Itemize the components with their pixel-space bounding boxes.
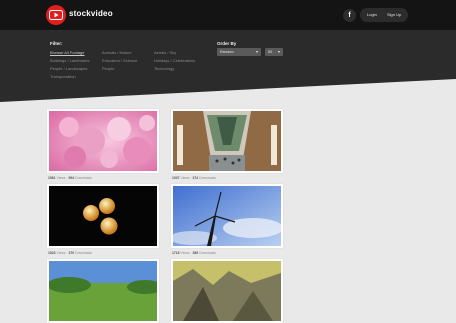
video-card[interactable] xyxy=(47,259,159,323)
chevron-down-icon: ▾ xyxy=(255,49,258,54)
count-select[interactable]: 50 ▾ xyxy=(265,48,283,56)
views-word: Views · xyxy=(180,251,192,255)
video-thumbnail-field[interactable] xyxy=(49,261,157,321)
video-stats: 1561 Views · 594 Downloads xyxy=(48,176,92,180)
brand-name[interactable]: stockvideo xyxy=(69,9,113,18)
filter-item-people[interactable]: People xyxy=(102,66,114,71)
downloads-count: 385 xyxy=(192,251,199,255)
filter-item-browse-all[interactable]: Browse All Footage xyxy=(50,50,84,55)
filter-item-transportation[interactable]: Transportation xyxy=(50,74,76,79)
filter-label: Filter: xyxy=(50,41,63,46)
video-thumbnail-pink-flowers[interactable] xyxy=(49,111,157,171)
downloads-count: 374 xyxy=(192,176,199,180)
views-word: Views · xyxy=(180,176,192,180)
signup-button[interactable]: Sign Up xyxy=(387,8,401,22)
downloads-count: 594 xyxy=(68,176,75,180)
login-button[interactable]: Login xyxy=(367,8,377,22)
filter-item-education[interactable]: Education / Science xyxy=(102,58,137,63)
sort-select-value: Random xyxy=(220,50,234,54)
sort-select[interactable]: Random ▾ xyxy=(217,48,261,56)
downloads-word: Downloads xyxy=(199,251,216,255)
downloads-word: Downloads xyxy=(75,251,92,255)
filter-item-holidays[interactable]: Holidays / Celebrations xyxy=(154,58,195,63)
downloads-count: 370 xyxy=(68,251,75,255)
video-thumbnail-lanterns[interactable] xyxy=(49,186,157,246)
views-word: Views · xyxy=(56,251,68,255)
views-count: 1523 xyxy=(48,251,56,255)
facebook-icon[interactable]: f xyxy=(343,9,356,22)
top-bar: stockvideo f Login Sign Up xyxy=(0,0,456,30)
video-card[interactable] xyxy=(47,109,159,173)
video-card[interactable] xyxy=(171,184,283,248)
video-stats: 1718 Views · 385 Downloads xyxy=(172,251,216,255)
count-select-value: 50 xyxy=(268,50,272,54)
downloads-word: Downloads xyxy=(199,176,216,180)
views-count: 1718 xyxy=(172,251,180,255)
filter-item-aerials[interactable]: Aerials / Sky xyxy=(154,50,176,55)
chevron-down-icon: ▾ xyxy=(277,49,280,54)
filter-item-technology[interactable]: Technology xyxy=(154,66,174,71)
views-count: 1561 xyxy=(48,176,56,180)
video-card[interactable] xyxy=(171,259,283,323)
order-by-label: Order By xyxy=(217,41,237,46)
filter-item-people-landscapes[interactable]: People / Landscapes xyxy=(50,66,87,71)
views-word: Views · xyxy=(56,176,68,180)
logo-icon[interactable] xyxy=(46,5,66,25)
filter-item-buildings[interactable]: Buildings / Landmarks xyxy=(50,58,89,63)
video-thumbnail-wind-turbine[interactable] xyxy=(173,186,281,246)
video-thumbnail-mall-escalator[interactable] xyxy=(173,111,281,171)
filter-item-animals[interactable]: Animals / Nature xyxy=(102,50,132,55)
video-card[interactable] xyxy=(47,184,159,248)
video-stats: 1523 Views · 370 Downloads xyxy=(48,251,92,255)
video-thumbnail-rocks[interactable] xyxy=(173,261,281,321)
video-stats: 1007 Views · 374 Downloads xyxy=(172,176,216,180)
video-card[interactable] xyxy=(171,109,283,173)
views-count: 1007 xyxy=(172,176,180,180)
downloads-word: Downloads xyxy=(75,176,92,180)
